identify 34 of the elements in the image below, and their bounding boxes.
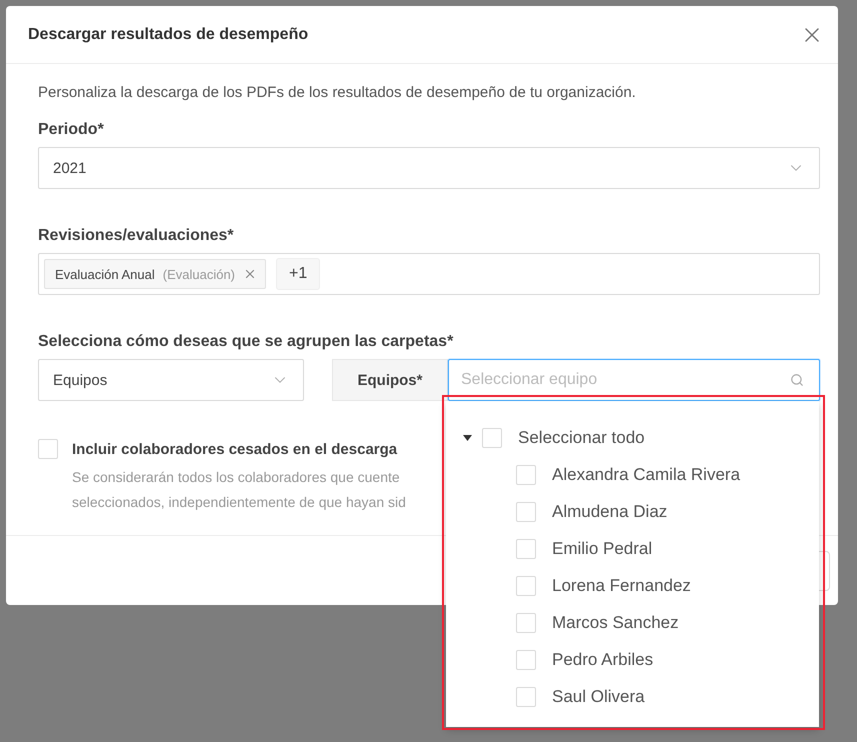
checkbox[interactable] xyxy=(516,650,536,670)
field-addon: Equipos* xyxy=(332,359,448,401)
group-select[interactable]: Equipos xyxy=(38,359,304,401)
checkbox[interactable] xyxy=(516,464,536,484)
tree-item[interactable]: Pedro Arbiles xyxy=(552,650,654,670)
checkbox-label: Incluir colaboradores cesados en el descarga xyxy=(72,440,398,458)
search-icon xyxy=(790,373,804,387)
reviews-field[interactable]: Evaluación Anual (Evaluación) +1 xyxy=(38,253,820,295)
checkbox[interactable] xyxy=(482,428,502,448)
field-label: Selecciona cómo deseas que se agrupen las carpetas* xyxy=(38,333,454,351)
tree-item[interactable]: Emilio Pedral xyxy=(552,538,652,558)
tree-item[interactable]: Lorena Fernandez xyxy=(552,576,691,596)
checkbox[interactable] xyxy=(516,686,536,706)
checkbox[interactable] xyxy=(516,538,536,558)
help-text: seleccionados, independientemente de que hayan sid xyxy=(72,493,406,512)
tree-item[interactable]: Saul Olivera xyxy=(552,686,645,706)
tree-item[interactable]: Seleccionar todo xyxy=(518,428,645,448)
period-select[interactable]: 2021 xyxy=(38,147,820,189)
team-search-field[interactable]: Seleccionar equipo xyxy=(448,359,820,401)
dialog-title: Descargar resultados de desempeño xyxy=(28,26,308,44)
description: Personaliza la descarga de los PDFs de los resultados de desempeño de tu organización. xyxy=(38,84,637,101)
checkbox[interactable] xyxy=(516,612,536,632)
tree-item[interactable]: Alexandra Camila Rivera xyxy=(552,464,740,484)
tree-item[interactable]: Almudena Diaz xyxy=(552,502,668,522)
field-label: Revisiones/evaluaciones* xyxy=(38,227,235,245)
checkbox[interactable] xyxy=(38,439,58,459)
more-count[interactable]: +1 xyxy=(276,258,320,290)
caret-icon[interactable] xyxy=(462,432,472,442)
field-label: Periodo* xyxy=(38,121,105,139)
review-tag: Evaluación Anual (Evaluación) xyxy=(44,259,266,289)
checkbox[interactable] xyxy=(516,576,536,596)
checkbox[interactable] xyxy=(516,502,536,522)
help-text: Se considerarán todos los colaboradores que cuente xyxy=(72,468,400,487)
tree-item[interactable]: Marcos Sanchez xyxy=(552,612,679,632)
